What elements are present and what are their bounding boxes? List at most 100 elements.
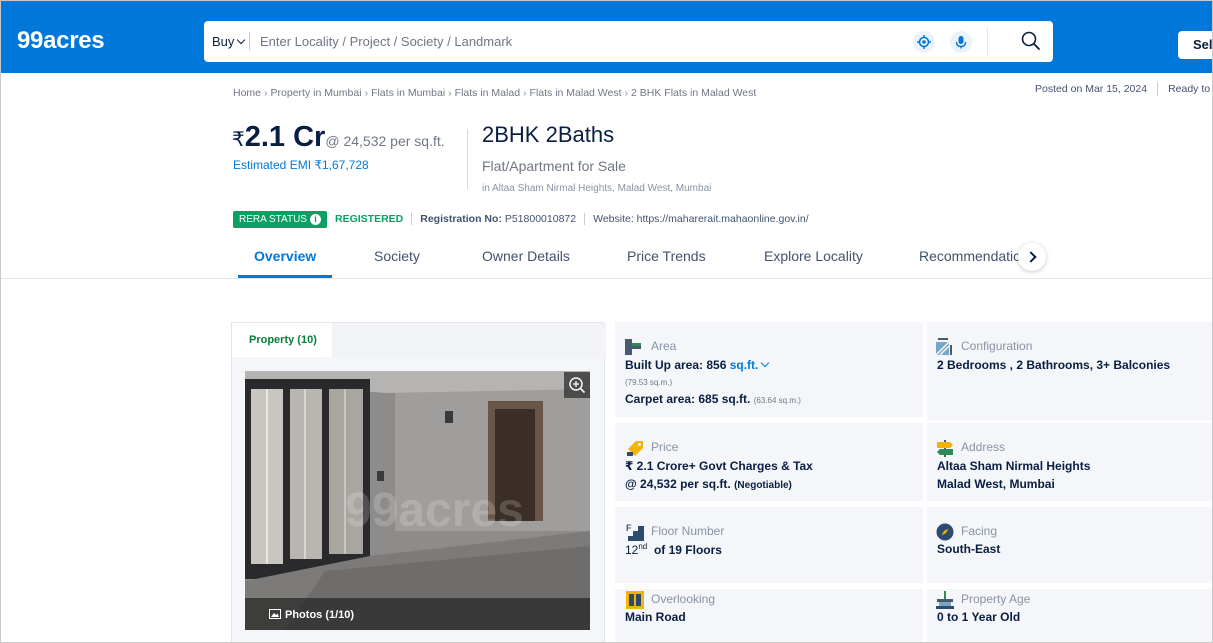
- divider: [1157, 82, 1159, 96]
- photo-tabbar: Property (10): [232, 323, 606, 357]
- overlooking-value: Main Road: [625, 610, 686, 624]
- breadcrumb-separator-icon: ›: [448, 87, 452, 99]
- rera-website[interactable]: Website: https://maharerait.mahaonline.g…: [593, 213, 809, 225]
- rera-row: RERA STATUS i REGISTERED Registration No: P…: [233, 211, 809, 229]
- signpost-icon: [935, 438, 955, 458]
- registration-number: Registration No: P51800010872: [420, 213, 576, 225]
- rera-badge-label: RERA STATUS: [239, 214, 307, 225]
- info-icon[interactable]: i: [309, 214, 321, 225]
- currency-symbol: ₹: [232, 129, 245, 151]
- breadcrumb-item[interactable]: Home: [233, 87, 261, 99]
- price-amount: 2.1 Cr: [244, 121, 326, 153]
- tab-price-trends[interactable]: Price Trends: [627, 248, 706, 264]
- overlooking-label: Overlooking: [651, 592, 716, 606]
- floor-icon: F: [625, 522, 645, 542]
- search-input[interactable]: [260, 26, 900, 56]
- configuration-label: Configuration: [961, 339, 1033, 353]
- tab-recommendations[interactable]: Recommendatic: [919, 248, 1019, 264]
- emi-link[interactable]: Estimated EMI ₹1,67,728: [233, 158, 369, 172]
- price-per-sqft-detail: @ 24,532 per sq.ft. (Negotiable): [625, 477, 792, 491]
- carpet-area-sqm: (63.64 sq.m.): [753, 396, 801, 405]
- location-icon[interactable]: [913, 31, 935, 53]
- sell-button[interactable]: Sel: [1178, 31, 1212, 59]
- address-line1: Altaa Sham Nirmal Heights: [937, 459, 1091, 473]
- microphone-icon[interactable]: [950, 31, 972, 53]
- floor-suffix: nd: [638, 542, 648, 551]
- tab-owner-details[interactable]: Owner Details: [482, 248, 570, 264]
- posted-info: Posted on Mar 15, 2024 Ready to: [1035, 82, 1210, 96]
- tab-society[interactable]: Society: [374, 248, 420, 264]
- photo-watermark: 99acres: [345, 484, 524, 537]
- age-label: Property Age: [961, 592, 1031, 606]
- breadcrumb-item[interactable]: Flats in Mumbai: [371, 87, 445, 99]
- age-value: 0 to 1 Year Old: [937, 610, 1021, 624]
- breadcrumb-item[interactable]: Flats in Malad West: [530, 87, 622, 99]
- breadcrumb-separator-icon: ›: [624, 87, 629, 99]
- carpet-area: Carpet area: 685 sq.ft. (63.64 sq.m.): [625, 392, 801, 406]
- address-line2: Malad West, Mumbai: [937, 477, 1055, 491]
- negotiable-tag: (Negotiable): [734, 480, 792, 491]
- breadcrumb-item[interactable]: 2 BHK Flats in Malad West: [631, 87, 756, 99]
- overlooking-icon: [625, 590, 645, 610]
- price-tag-icon: [625, 438, 645, 458]
- property-title: 2BHK 2Baths: [482, 122, 615, 147]
- divider: [987, 27, 988, 55]
- photos-counter[interactable]: Photos (1/10): [269, 609, 354, 621]
- section-tabs: Overview Society Owner Details Price Tre…: [1, 237, 1212, 279]
- address-label: Address: [961, 440, 1006, 454]
- configuration-value: 2 Bedrooms , 2 Bathrooms, 3+ Balconies: [937, 358, 1171, 372]
- breadcrumb-separator-icon: ›: [364, 87, 369, 99]
- building-age-icon: [935, 590, 955, 610]
- floor-value: 12nd of 19 Floors: [625, 542, 722, 557]
- top-navbar: 99acres Buy Sel: [1, 1, 1212, 73]
- unit-dropdown[interactable]: sq.ft.: [729, 358, 769, 372]
- facing-label: Facing: [961, 524, 998, 538]
- possession-status: Ready to: [1168, 82, 1211, 95]
- chevron-down-icon: [760, 358, 769, 368]
- zoom-in-icon[interactable]: [564, 372, 590, 398]
- tab-explore-locality[interactable]: Explore Locality: [764, 248, 863, 264]
- configuration-icon: [935, 337, 955, 357]
- unit-dropdown-label: sq.ft.: [729, 358, 759, 372]
- photo-tab-property[interactable]: Property (10): [232, 323, 332, 357]
- compass-icon: [935, 522, 955, 542]
- rera-registered: REGISTERED: [334, 213, 404, 225]
- price-per-sqft: @ 24,532 per sq.ft.: [325, 133, 445, 149]
- facing-value: South-East: [937, 542, 1001, 556]
- registration-label: Registration No:: [420, 213, 502, 225]
- photos-counter-label: Photos (1/10): [285, 609, 355, 621]
- search-icon[interactable]: [1019, 29, 1043, 53]
- page: 99acres Buy Sel Home›Property in Mumbai›…: [0, 0, 1213, 643]
- breadcrumb: Home › Property in Mumbai › Flats in Mumbai ›…: [233, 87, 756, 99]
- divider: [249, 32, 250, 50]
- breadcrumb-item[interactable]: Property in Mumbai: [271, 87, 362, 99]
- built-up-area-text: Built Up area: 856: [625, 358, 727, 372]
- floor-number: 12: [625, 543, 639, 557]
- divider: [411, 213, 413, 226]
- price-value: ₹ 2.1 Crore+ Govt Charges & Tax: [625, 459, 813, 473]
- chevron-down-icon: [237, 35, 246, 45]
- price-per-sqft-value: @ 24,532 per sq.ft.: [625, 477, 731, 491]
- floor-label: Floor Number: [651, 524, 725, 538]
- posted-date: Posted on Mar 15, 2024: [1035, 82, 1148, 95]
- property-subtitle: Flat/Apartment for Sale: [482, 158, 626, 174]
- property-photo[interactable]: 99acres: [245, 371, 590, 630]
- svg-text:F: F: [626, 523, 632, 533]
- property-details: Area Built Up area: 856 sq.ft. (79.53 sq…: [615, 322, 1212, 642]
- tab-overview[interactable]: Overview: [254, 248, 316, 264]
- chevron-right-icon[interactable]: [1018, 243, 1046, 271]
- rera-status-badge[interactable]: RERA STATUS i: [233, 211, 327, 228]
- logo[interactable]: 99acres: [17, 27, 105, 55]
- area-icon: [623, 337, 643, 357]
- buy-dropdown-label: Buy: [212, 34, 235, 49]
- breadcrumb-item[interactable]: Flats in Malad: [455, 87, 520, 99]
- buy-dropdown[interactable]: Buy: [212, 34, 246, 49]
- floor-total: of 19 Floors: [653, 543, 722, 557]
- divider: [467, 129, 468, 189]
- built-up-area: Built Up area: 856 sq.ft.: [625, 358, 769, 372]
- divider: [584, 213, 586, 226]
- breadcrumb-separator-icon: ›: [264, 87, 268, 99]
- registration-value: P51800010872: [504, 213, 577, 225]
- search-bar: Buy: [204, 21, 1053, 62]
- breadcrumb-separator-icon: ›: [523, 87, 527, 99]
